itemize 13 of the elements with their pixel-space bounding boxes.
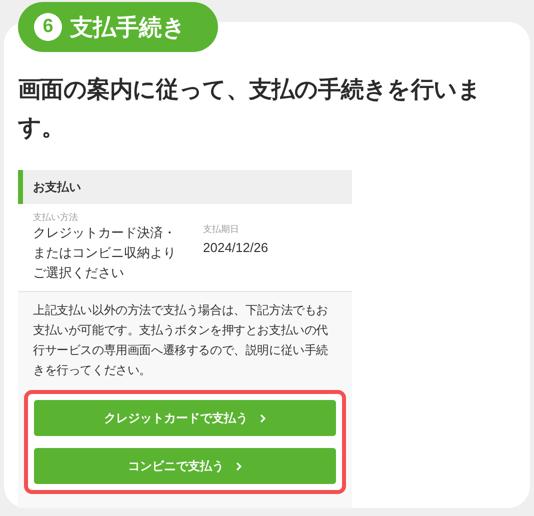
pay-button[interactable]: クレジットカードで支払う	[34, 400, 336, 436]
field-label: 支払期日	[203, 223, 240, 235]
chevron-icon	[236, 462, 242, 470]
chevron-icon	[260, 414, 266, 422]
panel-title: お支払い	[33, 179, 81, 196]
field-value: クレジットカード決済・ またはコンビニ収納より ご選択ください	[33, 224, 177, 282]
note-text: 上記支払い以外の方法で支払う場合は、下記方法でもお支払いが可能です。支払うボタンを押すとお支払いの代行サービスの専用画面へ遷移するので、説明に従い手続きを行ってください。	[32, 302, 330, 379]
heading: 画面の案内に従って、支払の手続きを行います。	[18, 75, 482, 142]
pay-button[interactable]: コンビニで支払う	[34, 448, 336, 484]
step-number: 6	[34, 13, 62, 41]
field-value: 2024/12/26	[203, 239, 268, 257]
field-label: 支払い方法	[33, 211, 79, 223]
step-title: 支払手続き	[70, 12, 186, 42]
